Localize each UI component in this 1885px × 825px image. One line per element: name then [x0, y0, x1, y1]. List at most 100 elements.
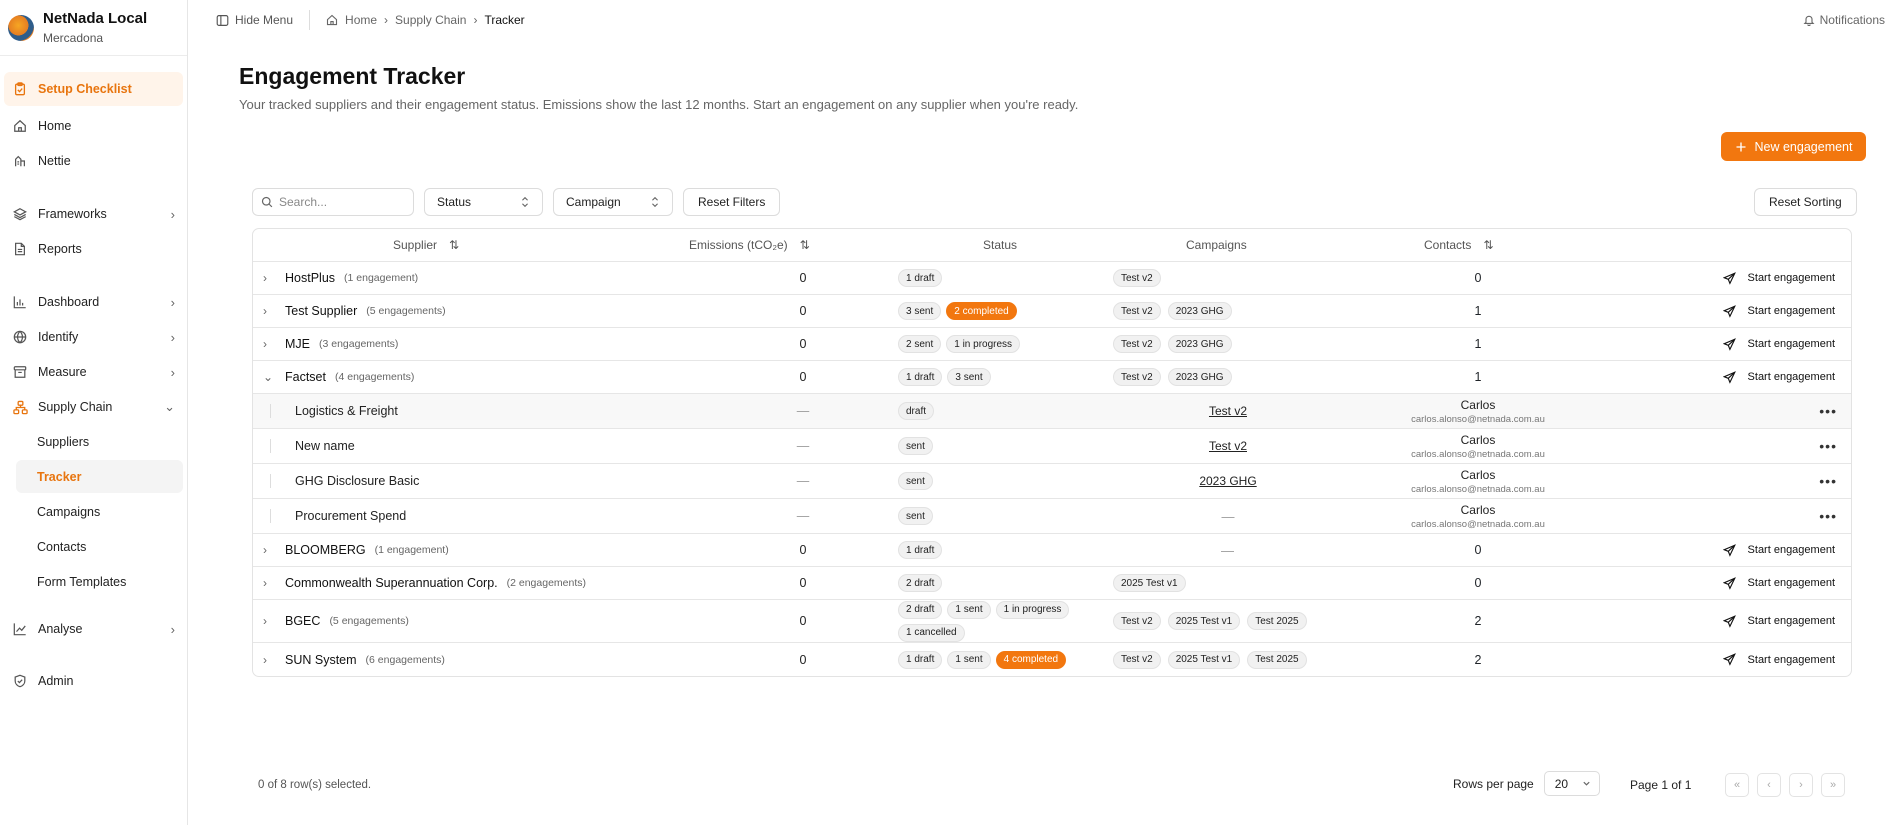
chevron-down-icon[interactable]: ⌄	[263, 361, 283, 393]
prev-page-button[interactable]: ‹	[1757, 773, 1781, 797]
more-options-icon[interactable]: •••	[1797, 499, 1837, 533]
sidebar-item-home[interactable]: Home	[4, 109, 183, 143]
status-cell: sent	[898, 499, 1108, 533]
emissions-value: 0	[799, 370, 807, 384]
last-page-button[interactable]: »	[1821, 773, 1845, 797]
table-row[interactable]: › Test Supplier (5 engagements) 0 3 sent…	[253, 295, 1851, 328]
new-engagement-button[interactable]: New engagement	[1721, 132, 1866, 161]
chevron-right-icon: ›	[170, 206, 175, 222]
status-badge: 2 completed	[946, 302, 1017, 320]
chevron-right-icon[interactable]: ›	[263, 328, 283, 360]
chevron-right-icon[interactable]: ›	[263, 567, 283, 599]
start-engagement-label: Start engagement	[1747, 371, 1835, 383]
sidebar-item-nettie[interactable]: Nettie	[4, 144, 183, 178]
more-options-icon[interactable]: •••	[1797, 394, 1837, 428]
table-row[interactable]: › BLOOMBERG (1 engagement) 0 1 draft — 0…	[253, 534, 1851, 567]
breadcrumb: Home › Supply Chain › Tracker	[326, 13, 525, 27]
chevron-right-icon[interactable]: ›	[263, 262, 283, 294]
status-filter-select[interactable]: Status	[424, 188, 543, 216]
status-cell: 1 draft	[898, 534, 1108, 566]
sidebar-item-form-templates[interactable]: Form Templates	[16, 565, 183, 598]
emissions-value: 0	[799, 337, 807, 351]
start-engagement-button[interactable]: Start engagement	[1635, 534, 1835, 566]
table-row[interactable]: ⌄ Factset (4 engagements) 0 1 draft 3 sen…	[253, 361, 1851, 394]
search-input[interactable]	[279, 195, 399, 209]
table-row[interactable]: › MJE (3 engagements) 0 2 sent 1 in progr…	[253, 328, 1851, 361]
search-box[interactable]	[252, 188, 414, 216]
chevrons-right-icon: »	[1829, 779, 1837, 791]
notifications-button[interactable]: Notifications	[1803, 0, 1885, 40]
sidebar-item-contacts[interactable]: Contacts	[16, 530, 183, 563]
chevron-right-icon[interactable]: ›	[263, 534, 283, 566]
campaign-filter-select[interactable]: Campaign	[553, 188, 673, 216]
sidebar-item-suppliers[interactable]: Suppliers	[16, 425, 183, 458]
sidebar-item-tracker[interactable]: Tracker	[16, 460, 183, 493]
sidebar-item-label: Identify	[38, 330, 79, 344]
sidebar-item-supply-chain[interactable]: Supply Chain ⌄	[4, 390, 183, 424]
sidebar-item-identify[interactable]: Identify ›	[4, 320, 183, 354]
breadcrumb-supply-chain[interactable]: Supply Chain	[395, 13, 466, 27]
next-page-button[interactable]: ›	[1789, 773, 1813, 797]
chevron-right-icon[interactable]: ›	[263, 295, 283, 327]
campaigns-cell: Test v2 2025 Test v1 Test 2025	[1113, 643, 1343, 676]
chevron-right-icon[interactable]: ›	[263, 600, 283, 642]
sidebar-item-frameworks[interactable]: Frameworks ›	[4, 197, 183, 231]
campaigns-cell: —	[1113, 499, 1343, 533]
shield-check-icon	[12, 673, 28, 689]
sidebar-item-admin[interactable]: Admin	[4, 664, 183, 698]
sidebar-item-dashboard[interactable]: Dashboard ›	[4, 285, 183, 319]
chevron-right-icon: ›	[1799, 779, 1803, 791]
campaign-link[interactable]: Test v2	[1209, 439, 1247, 453]
sidebar-item-analyse[interactable]: Analyse ›	[4, 612, 183, 646]
reset-filters-button[interactable]: Reset Filters	[683, 188, 781, 216]
empty-campaign: —	[1221, 542, 1234, 558]
start-engagement-button[interactable]: Start engagement	[1635, 295, 1835, 327]
start-engagement-button[interactable]: Start engagement	[1635, 361, 1835, 393]
header-emissions[interactable]: Emissions (tCO₂e) ⇅	[689, 229, 810, 261]
emissions-value: 0	[799, 271, 807, 285]
start-engagement-label: Start engagement	[1747, 577, 1835, 589]
sidebar-item-label: Nettie	[38, 154, 71, 168]
more-options-icon[interactable]: •••	[1797, 464, 1837, 498]
campaign-link[interactable]: 2023 GHG	[1199, 474, 1256, 488]
reset-sorting-button[interactable]: Reset Sorting	[1754, 188, 1857, 216]
start-engagement-button[interactable]: Start engagement	[1635, 567, 1835, 599]
start-engagement-button[interactable]: Start engagement	[1635, 328, 1835, 360]
breadcrumb-home[interactable]: Home	[345, 13, 377, 27]
sidebar-item-reports[interactable]: Reports	[4, 232, 183, 266]
table-row[interactable]: › BGEC (5 engagements) 0 2 draft 1 sent 1 …	[253, 600, 1851, 643]
first-page-button[interactable]: «	[1725, 773, 1749, 797]
engagement-name: Logistics & Freight	[295, 404, 398, 418]
campaign-link[interactable]: Test v2	[1209, 404, 1247, 418]
engagement-row[interactable]: New name — sent Test v2 Carlos carlos.al…	[253, 429, 1851, 464]
sidebar-item-measure[interactable]: Measure ›	[4, 355, 183, 389]
status-badge: sent	[898, 437, 933, 455]
table-row[interactable]: › HostPlus (1 engagement) 0 1 draft Test…	[253, 262, 1851, 295]
engagement-row[interactable]: Procurement Spend — sent — Carlos carlos…	[253, 499, 1851, 534]
header-contacts[interactable]: Contacts ⇅	[1424, 229, 1493, 261]
more-options-icon[interactable]: •••	[1797, 429, 1837, 463]
table-row[interactable]: › Commonwealth Superannuation Corp. (2 e…	[253, 567, 1851, 600]
engagement-name: GHG Disclosure Basic	[295, 474, 420, 488]
contacts-value: 0	[1474, 271, 1482, 285]
sidebar-item-setup-checklist[interactable]: Setup Checklist	[4, 72, 183, 106]
start-engagement-button[interactable]: Start engagement	[1635, 643, 1835, 676]
status-cell: 3 sent 2 completed	[898, 295, 1108, 327]
chevron-right-icon[interactable]: ›	[263, 643, 283, 676]
sidebar-item-campaigns[interactable]: Campaigns	[16, 495, 183, 528]
status-badge: 3 sent	[947, 368, 991, 386]
table-row[interactable]: › SUN System (6 engagements) 0 1 draft 1 …	[253, 643, 1851, 676]
sort-icon: ⇅	[1483, 238, 1494, 252]
engagement-row[interactable]: GHG Disclosure Basic — sent 2023 GHG Car…	[253, 464, 1851, 499]
supplier-name: HostPlus	[285, 271, 336, 285]
page-description: Your tracked suppliers and their engagem…	[239, 97, 1079, 112]
brand[interactable]: NetNada Local Mercadona	[0, 0, 187, 56]
rows-per-page-select[interactable]: 20	[1543, 771, 1600, 796]
hide-menu-button[interactable]: Hide Menu	[216, 13, 293, 27]
start-engagement-button[interactable]: Start engagement	[1635, 262, 1835, 294]
supplier-name: Commonwealth Superannuation Corp.	[285, 576, 498, 590]
start-engagement-button[interactable]: Start engagement	[1635, 600, 1835, 642]
header-supplier[interactable]: Supplier ⇅	[393, 229, 459, 261]
supplier-cell: Test Supplier (5 engagements)	[285, 295, 685, 327]
engagement-row[interactable]: Logistics & Freight — draft Test v2 Carl…	[253, 394, 1851, 429]
